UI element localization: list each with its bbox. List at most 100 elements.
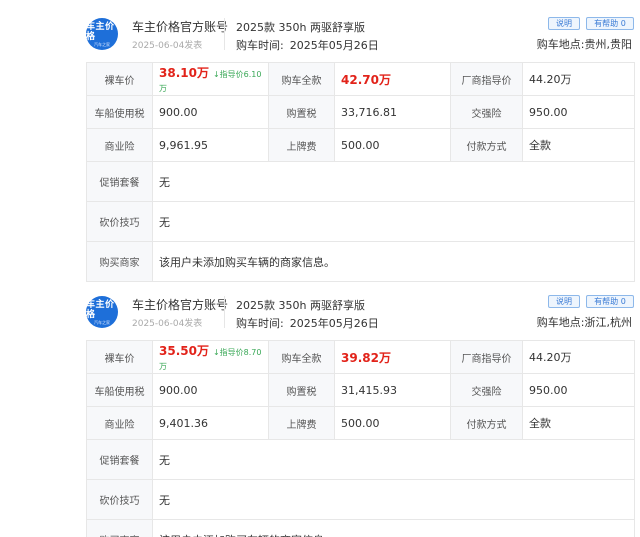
dealer-value: 该用户未添加购买车辆的商家信息。	[152, 241, 635, 282]
explain-button[interactable]: 说明	[548, 295, 580, 308]
compulsory-insurance-value: 950.00	[522, 95, 635, 129]
promo-value: 无	[152, 161, 635, 202]
vehicle-tax-value: 900.00	[152, 95, 269, 129]
compulsory-insurance-label: 交强险	[450, 95, 523, 129]
table-row: 促销套餐 无	[86, 161, 635, 202]
avatar-text: 车主价格	[86, 21, 115, 42]
total-price-cell: 39.82万	[334, 340, 451, 374]
avatar-subtext: 汽车之家	[94, 41, 110, 47]
payment-method-value: 全款	[522, 406, 635, 440]
location-label: 购车地点:	[536, 38, 585, 51]
helpful-button[interactable]: 有帮助 0	[586, 17, 634, 30]
promo-value: 无	[152, 439, 635, 480]
vehicle-tax-label: 车船使用税	[86, 95, 153, 129]
location-value: 贵州,贵阳	[584, 38, 633, 51]
table-row: 购买商家 该用户未添加购买车辆的商家信息。	[86, 241, 635, 282]
table-row: 购买商家 该用户未添加购买车辆的商家信息。	[86, 519, 635, 537]
commercial-insurance-value: 9,961.95	[152, 128, 269, 162]
plate-fee-value: 500.00	[334, 406, 451, 440]
avatar-text: 车主价格	[86, 299, 115, 320]
table-row: 车船使用税 900.00 购置税 31,415.93 交强险 950.00	[86, 373, 635, 407]
avatar-subtext: 汽车之家	[94, 319, 110, 325]
total-price-value: 42.70万	[341, 72, 391, 87]
price-card: 车主价格 汽车之家 车主价格官方账号 2025-06-04发表 2025款 35…	[86, 0, 635, 282]
bare-price-cell: 38.10万 ↓指导价6.10万	[152, 62, 269, 96]
purchase-tax-value: 31,415.93	[334, 373, 451, 407]
post-date: 2025-06-04发表	[132, 319, 203, 329]
table-row: 商业险 9,961.95 上牌费 500.00 付款方式 全款	[86, 128, 635, 162]
msrp-label: 厂商指导价	[450, 340, 523, 374]
bare-price-label: 裸车价	[86, 340, 153, 374]
compulsory-insurance-label: 交强险	[450, 373, 523, 407]
purchase-tax-label: 购置税	[268, 373, 335, 407]
purchase-time-label: 购车时间:	[236, 39, 284, 52]
price-table: 裸车价 38.10万 ↓指导价6.10万 购车全款 42.70万 厂商指导价 44…	[86, 62, 635, 282]
table-row: 砍价技巧 无	[86, 479, 635, 520]
table-row: 裸车价 35.50万 ↓指导价8.70万 购车全款 39.82万 厂商指导价 44…	[86, 340, 635, 374]
promo-label: 促销套餐	[86, 439, 153, 480]
table-row: 商业险 9,401.36 上牌费 500.00 付款方式 全款	[86, 406, 635, 440]
table-row: 促销套餐 无	[86, 439, 635, 480]
commercial-insurance-value: 9,401.36	[152, 406, 269, 440]
purchase-location: 购车地点:贵州,贵阳	[537, 36, 632, 52]
price-table: 裸车价 35.50万 ↓指导价8.70万 购车全款 39.82万 厂商指导价 44…	[86, 340, 635, 537]
bare-price-value: 35.50万	[159, 344, 209, 358]
location-value: 浙江,杭州	[584, 316, 633, 329]
bargain-label: 砍价技巧	[86, 479, 153, 520]
header-divider	[224, 296, 225, 328]
dealer-label: 购买商家	[86, 241, 153, 282]
purchase-tax-value: 33,716.81	[334, 95, 451, 129]
msrp-value: 44.20万	[522, 340, 635, 374]
header-divider	[224, 18, 225, 50]
total-price-value: 39.82万	[341, 350, 391, 365]
plate-fee-label: 上牌费	[268, 406, 335, 440]
purchase-location: 购车地点:浙江,杭州	[537, 314, 632, 330]
price-card: 车主价格 汽车之家 车主价格官方账号 2025-06-04发表 2025款 35…	[86, 278, 635, 537]
avatar[interactable]: 车主价格 汽车之家	[86, 296, 118, 328]
car-model[interactable]: 2025款 350h 两驱舒享版	[236, 19, 365, 35]
table-row: 车船使用税 900.00 购置税 33,716.81 交强险 950.00	[86, 95, 635, 129]
compulsory-insurance-value: 950.00	[522, 373, 635, 407]
card-header: 车主价格 汽车之家 车主价格官方账号 2025-06-04发表 2025款 35…	[86, 278, 634, 338]
payment-method-label: 付款方式	[450, 406, 523, 440]
commercial-insurance-label: 商业险	[86, 406, 153, 440]
total-price-label: 购车全款	[268, 340, 335, 374]
table-row: 裸车价 38.10万 ↓指导价6.10万 购车全款 42.70万 厂商指导价 44…	[86, 62, 635, 96]
commercial-insurance-label: 商业险	[86, 128, 153, 162]
plate-fee-value: 500.00	[334, 128, 451, 162]
bare-price-cell: 35.50万 ↓指导价8.70万	[152, 340, 269, 374]
purchase-time-label: 购车时间:	[236, 317, 284, 330]
card-header: 车主价格 汽车之家 车主价格官方账号 2025-06-04发表 2025款 35…	[86, 0, 634, 60]
bargain-value: 无	[152, 479, 635, 520]
purchase-tax-label: 购置税	[268, 95, 335, 129]
vehicle-tax-value: 900.00	[152, 373, 269, 407]
payment-method-value: 全款	[522, 128, 635, 162]
msrp-label: 厂商指导价	[450, 62, 523, 96]
post-date: 2025-06-04发表	[132, 41, 203, 51]
explain-button[interactable]: 说明	[548, 17, 580, 30]
bare-price-label: 裸车价	[86, 62, 153, 96]
account-name[interactable]: 车主价格官方账号	[132, 18, 228, 35]
total-price-label: 购车全款	[268, 62, 335, 96]
purchase-time: 购车时间: 2025年05月26日	[236, 37, 379, 53]
plate-fee-label: 上牌费	[268, 128, 335, 162]
bare-price-value: 38.10万	[159, 66, 209, 80]
bargain-value: 无	[152, 201, 635, 242]
promo-label: 促销套餐	[86, 161, 153, 202]
purchase-time: 购车时间: 2025年05月26日	[236, 315, 379, 331]
total-price-cell: 42.70万	[334, 62, 451, 96]
msrp-value: 44.20万	[522, 62, 635, 96]
bargain-label: 砍价技巧	[86, 201, 153, 242]
car-model[interactable]: 2025款 350h 两驱舒享版	[236, 297, 365, 313]
purchase-time-value: 2025年05月26日	[289, 39, 379, 52]
account-name[interactable]: 车主价格官方账号	[132, 296, 228, 313]
purchase-time-value: 2025年05月26日	[289, 317, 379, 330]
table-row: 砍价技巧 无	[86, 201, 635, 242]
vehicle-tax-label: 车船使用税	[86, 373, 153, 407]
dealer-value: 该用户未添加购买车辆的商家信息。	[152, 519, 635, 537]
dealer-label: 购买商家	[86, 519, 153, 537]
location-label: 购车地点:	[536, 316, 585, 329]
avatar[interactable]: 车主价格 汽车之家	[86, 18, 118, 50]
helpful-button[interactable]: 有帮助 0	[586, 295, 634, 308]
payment-method-label: 付款方式	[450, 128, 523, 162]
